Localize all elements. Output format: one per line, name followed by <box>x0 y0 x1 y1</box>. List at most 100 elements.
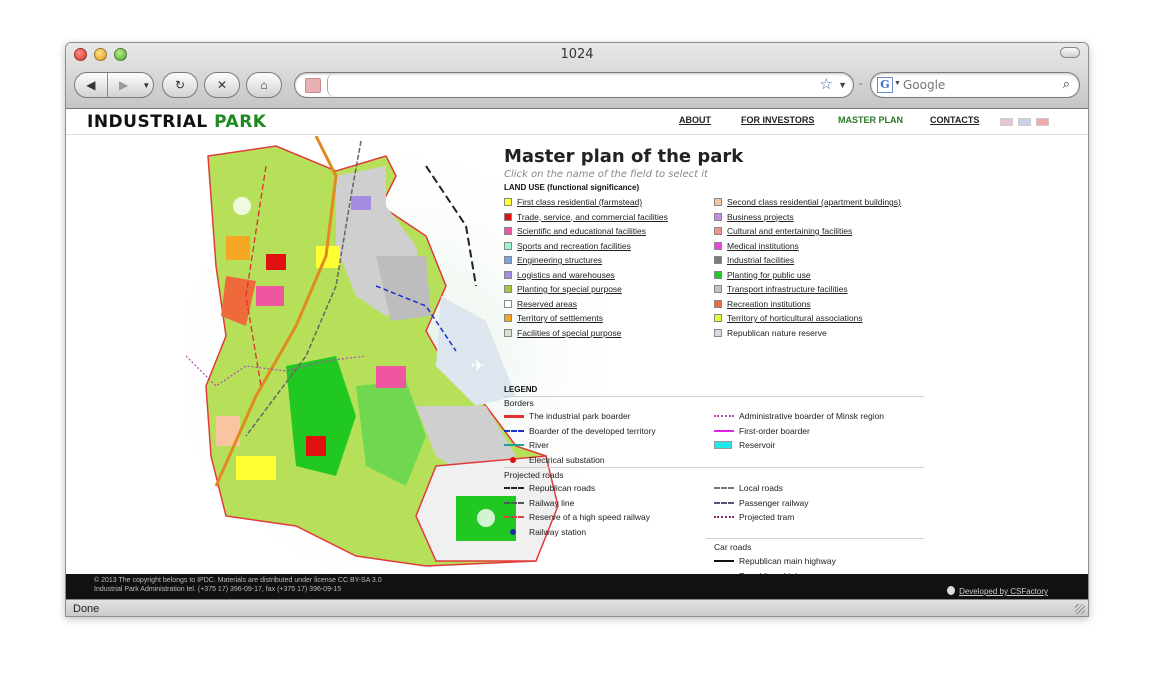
item-label: Boarder of the developed territory <box>529 425 656 436</box>
item-label: Territory of horticultural associations <box>727 313 863 323</box>
roads-title: Projected roads <box>504 470 564 480</box>
bookmark-star-icon[interactable]: ☆ <box>820 75 833 93</box>
back-forward-group: ◀ ▶ ▼ <box>74 72 154 98</box>
solid-symbol-icon <box>714 557 734 565</box>
stop-button[interactable]: ✕ <box>204 72 240 98</box>
land-use-item[interactable]: Facilities of special purpose <box>504 328 621 338</box>
color-swatch <box>504 314 512 322</box>
legend-item: Passenger railway <box>714 498 808 508</box>
search-icon[interactable]: ⌕ <box>1063 76 1070 92</box>
item-label: Reservoir <box>739 440 776 450</box>
land-use-item[interactable]: Scientific and educational facilities <box>504 226 646 236</box>
item-label: Republican roads <box>529 483 596 493</box>
legend-item: Projected tram <box>714 512 794 522</box>
url-history-dropdown-icon[interactable]: ▼ <box>838 80 847 90</box>
dot-symbol-icon <box>504 528 524 536</box>
browser-toolbar: 1024 ◀ ▶ ▼ ↻ ✕ ⌂ ☆ ▼ - G ▼ ⌕ <box>66 43 1088 109</box>
item-label: Republican nature reserve <box>727 327 827 338</box>
land-use-item[interactable]: Logistics and warehouses <box>504 270 615 280</box>
dashed-symbol-icon <box>504 427 524 435</box>
color-swatch <box>714 270 722 279</box>
home-button[interactable]: ⌂ <box>246 72 282 98</box>
item-label: Medical institutions <box>727 240 799 251</box>
dashed-symbol-icon <box>504 499 524 507</box>
language-switcher <box>1000 118 1049 126</box>
commercial-zone <box>266 254 286 270</box>
farmstead-zone <box>236 456 276 480</box>
item-label: Logistics and warehouses <box>517 269 615 280</box>
land-use-item[interactable]: Industrial facilities <box>714 255 794 265</box>
main-content: ✈ Master plan of the park Click on the n… <box>66 136 1088 595</box>
item-label: Electrical substation <box>529 454 605 465</box>
legend-item: Electrical substation <box>504 455 605 465</box>
item-label: Reserved areas <box>517 298 578 309</box>
land-use-item[interactable]: Second class residential (apartment buil… <box>714 197 901 207</box>
legend-item: Railway station <box>504 527 586 537</box>
search-input[interactable] <box>903 76 1053 94</box>
item-label: First class residential (farmstead) <box>517 197 643 207</box>
dashed-symbol-icon <box>504 513 524 521</box>
item-label: Railway station <box>529 526 587 537</box>
browser-window: 1024 ◀ ▶ ▼ ↻ ✕ ⌂ ☆ ▼ - G ▼ ⌕ <box>65 42 1089 617</box>
item-label: Local roads <box>739 483 783 493</box>
forward-button[interactable]: ▶ <box>108 73 140 97</box>
search-bar[interactable]: G ▼ ⌕ <box>870 72 1080 98</box>
back-button[interactable]: ◀ <box>75 73 107 97</box>
legend-item: River <box>504 440 549 450</box>
item-label: Republican main highway <box>739 556 836 566</box>
land-use-item[interactable]: Planting for special purpose <box>504 284 622 294</box>
park-marker-icon[interactable] <box>477 509 495 527</box>
toolbar-toggle-button[interactable] <box>1060 47 1080 58</box>
reload-button[interactable]: ↻ <box>162 72 198 98</box>
dotted-symbol-icon <box>714 513 734 521</box>
solid-symbol-icon <box>714 427 734 435</box>
color-swatch <box>714 241 722 250</box>
land-use-item[interactable]: Planting for public use <box>714 270 811 280</box>
nav-for-investors[interactable]: FOR INVESTORS <box>741 115 814 125</box>
land-use-item[interactable]: Trade, service, and commercial facilitie… <box>504 212 668 222</box>
item-label: Scientific and educational facilities <box>517 226 646 236</box>
legend-item: Local roads <box>714 483 783 493</box>
airport-icon: ✈ <box>471 356 484 375</box>
item-label: Reserve of a high speed railway <box>529 512 650 522</box>
land-use-item[interactable]: Recreation institutions <box>714 299 811 309</box>
thick-symbol-icon <box>504 412 524 420</box>
nav-master-plan[interactable]: MASTER PLAN <box>838 115 903 125</box>
legend-item: Railway line <box>504 498 574 508</box>
land-use-item[interactable]: First class residential (farmstead) <box>504 197 642 207</box>
nav-about[interactable]: ABOUT <box>679 115 711 125</box>
site-logo[interactable]: INDUSTRIAL PARK <box>87 112 266 132</box>
color-swatch <box>504 212 512 221</box>
land-use-item[interactable]: Transport infrastructure facilities <box>714 284 848 294</box>
site-favicon-icon <box>305 78 321 93</box>
resize-grip-icon[interactable] <box>1075 604 1085 614</box>
land-use-item[interactable]: Territory of settlements <box>504 313 603 323</box>
legend-item: Boarder of the developed territory <box>504 426 656 436</box>
land-use-item[interactable]: Republican nature reserve <box>714 328 827 338</box>
dotted-symbol-icon <box>714 412 734 420</box>
nav-contacts[interactable]: CONTACTS <box>930 115 979 125</box>
google-search-engine-icon[interactable]: G <box>877 77 893 93</box>
flag-russian-icon[interactable] <box>1000 118 1013 126</box>
developer-link[interactable]: Developed by CSFactory <box>947 586 1048 596</box>
land-use-item[interactable]: Engineering structures <box>504 255 602 265</box>
page-subtitle: Click on the name of the field to select… <box>504 169 708 180</box>
item-label: Trade, service, and commercial facilitie… <box>517 211 668 222</box>
history-dropdown-button[interactable]: ▼ <box>140 73 153 97</box>
land-use-item[interactable]: Reserved areas <box>504 299 577 309</box>
land-use-item[interactable]: Medical institutions <box>714 241 799 251</box>
item-label: Engineering structures <box>517 255 603 265</box>
land-use-item[interactable]: Sports and recreation facilities <box>504 241 631 251</box>
land-use-item[interactable]: Business projects <box>714 212 794 222</box>
land-use-item[interactable]: Territory of horticultural associations <box>714 313 863 323</box>
flag-belarusian-icon[interactable] <box>1036 118 1049 126</box>
park-marker-icon[interactable] <box>233 197 251 215</box>
search-engine-dropdown-icon[interactable]: ▼ <box>894 80 901 87</box>
address-bar[interactable]: ☆ ▼ <box>294 72 854 98</box>
legend-item: Republican main highway <box>714 556 836 566</box>
flag-english-icon[interactable] <box>1018 118 1031 126</box>
copyright-text: © 2013 The copyright belongs to IPDC. Ma… <box>94 577 382 584</box>
land-use-item[interactable]: Cultural and entertaining facilities <box>714 226 852 236</box>
education-zone <box>256 286 284 306</box>
developer-link-label: Developed by CSFactory <box>959 587 1048 596</box>
